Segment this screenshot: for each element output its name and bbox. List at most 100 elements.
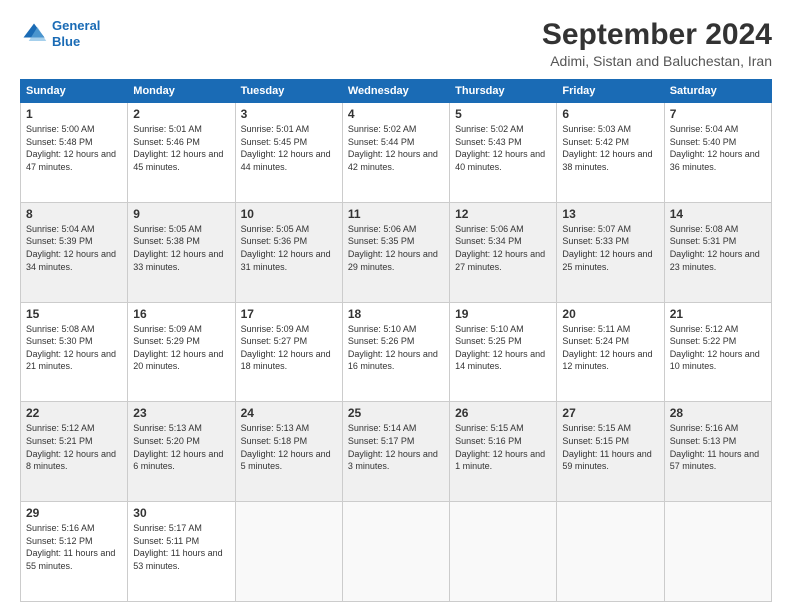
col-thursday: Thursday — [450, 80, 557, 103]
calendar-cell: 21 Sunrise: 5:12 AM Sunset: 5:22 PM Dayl… — [664, 302, 771, 402]
calendar-cell: 5 Sunrise: 5:02 AM Sunset: 5:43 PM Dayli… — [450, 103, 557, 203]
logo-icon — [20, 20, 48, 48]
col-tuesday: Tuesday — [235, 80, 342, 103]
calendar-header-row: Sunday Monday Tuesday Wednesday Thursday… — [21, 80, 772, 103]
day-number: 30 — [133, 506, 229, 520]
day-number: 23 — [133, 406, 229, 420]
calendar-cell: 7 Sunrise: 5:04 AM Sunset: 5:40 PM Dayli… — [664, 103, 771, 203]
day-info: Sunrise: 5:04 AM Sunset: 5:39 PM Dayligh… — [26, 223, 122, 273]
day-info: Sunrise: 5:08 AM Sunset: 5:31 PM Dayligh… — [670, 223, 766, 273]
day-info: Sunrise: 5:04 AM Sunset: 5:40 PM Dayligh… — [670, 123, 766, 173]
day-number: 20 — [562, 307, 658, 321]
day-number: 13 — [562, 207, 658, 221]
day-number: 12 — [455, 207, 551, 221]
calendar-cell: 3 Sunrise: 5:01 AM Sunset: 5:45 PM Dayli… — [235, 103, 342, 203]
calendar-cell: 27 Sunrise: 5:15 AM Sunset: 5:15 PM Dayl… — [557, 402, 664, 502]
day-number: 27 — [562, 406, 658, 420]
day-info: Sunrise: 5:02 AM Sunset: 5:43 PM Dayligh… — [455, 123, 551, 173]
calendar-cell: 6 Sunrise: 5:03 AM Sunset: 5:42 PM Dayli… — [557, 103, 664, 203]
day-number: 16 — [133, 307, 229, 321]
calendar-cell — [557, 502, 664, 602]
day-info: Sunrise: 5:09 AM Sunset: 5:29 PM Dayligh… — [133, 323, 229, 373]
calendar-cell: 18 Sunrise: 5:10 AM Sunset: 5:26 PM Dayl… — [342, 302, 449, 402]
day-info: Sunrise: 5:02 AM Sunset: 5:44 PM Dayligh… — [348, 123, 444, 173]
subtitle: Adimi, Sistan and Baluchestan, Iran — [542, 53, 772, 69]
day-number: 1 — [26, 107, 122, 121]
calendar-cell: 30 Sunrise: 5:17 AM Sunset: 5:11 PM Dayl… — [128, 502, 235, 602]
calendar-cell — [342, 502, 449, 602]
day-number: 14 — [670, 207, 766, 221]
calendar-cell: 12 Sunrise: 5:06 AM Sunset: 5:34 PM Dayl… — [450, 202, 557, 302]
day-info: Sunrise: 5:08 AM Sunset: 5:30 PM Dayligh… — [26, 323, 122, 373]
col-friday: Friday — [557, 80, 664, 103]
day-info: Sunrise: 5:15 AM Sunset: 5:16 PM Dayligh… — [455, 422, 551, 472]
day-number: 7 — [670, 107, 766, 121]
calendar-cell: 28 Sunrise: 5:16 AM Sunset: 5:13 PM Dayl… — [664, 402, 771, 502]
calendar-week-1: 1 Sunrise: 5:00 AM Sunset: 5:48 PM Dayli… — [21, 103, 772, 203]
day-info: Sunrise: 5:01 AM Sunset: 5:45 PM Dayligh… — [241, 123, 337, 173]
day-info: Sunrise: 5:13 AM Sunset: 5:20 PM Dayligh… — [133, 422, 229, 472]
calendar-cell: 17 Sunrise: 5:09 AM Sunset: 5:27 PM Dayl… — [235, 302, 342, 402]
calendar-cell: 23 Sunrise: 5:13 AM Sunset: 5:20 PM Dayl… — [128, 402, 235, 502]
day-info: Sunrise: 5:12 AM Sunset: 5:21 PM Dayligh… — [26, 422, 122, 472]
calendar-cell: 8 Sunrise: 5:04 AM Sunset: 5:39 PM Dayli… — [21, 202, 128, 302]
col-wednesday: Wednesday — [342, 80, 449, 103]
calendar-cell — [235, 502, 342, 602]
calendar-cell: 24 Sunrise: 5:13 AM Sunset: 5:18 PM Dayl… — [235, 402, 342, 502]
calendar-table: Sunday Monday Tuesday Wednesday Thursday… — [20, 79, 772, 602]
page: General Blue September 2024 Adimi, Sista… — [0, 0, 792, 612]
day-number: 10 — [241, 207, 337, 221]
calendar-cell: 11 Sunrise: 5:06 AM Sunset: 5:35 PM Dayl… — [342, 202, 449, 302]
day-info: Sunrise: 5:05 AM Sunset: 5:38 PM Dayligh… — [133, 223, 229, 273]
col-sunday: Sunday — [21, 80, 128, 103]
day-number: 3 — [241, 107, 337, 121]
title-block: September 2024 Adimi, Sistan and Baluche… — [542, 18, 772, 69]
day-info: Sunrise: 5:16 AM Sunset: 5:12 PM Dayligh… — [26, 522, 122, 572]
day-info: Sunrise: 5:09 AM Sunset: 5:27 PM Dayligh… — [241, 323, 337, 373]
calendar-cell: 4 Sunrise: 5:02 AM Sunset: 5:44 PM Dayli… — [342, 103, 449, 203]
calendar-week-5: 29 Sunrise: 5:16 AM Sunset: 5:12 PM Dayl… — [21, 502, 772, 602]
calendar-cell: 15 Sunrise: 5:08 AM Sunset: 5:30 PM Dayl… — [21, 302, 128, 402]
day-info: Sunrise: 5:06 AM Sunset: 5:35 PM Dayligh… — [348, 223, 444, 273]
day-info: Sunrise: 5:00 AM Sunset: 5:48 PM Dayligh… — [26, 123, 122, 173]
logo: General Blue — [20, 18, 100, 49]
header: General Blue September 2024 Adimi, Sista… — [20, 18, 772, 69]
day-number: 15 — [26, 307, 122, 321]
calendar-cell: 20 Sunrise: 5:11 AM Sunset: 5:24 PM Dayl… — [557, 302, 664, 402]
day-number: 4 — [348, 107, 444, 121]
main-title: September 2024 — [542, 18, 772, 51]
day-info: Sunrise: 5:07 AM Sunset: 5:33 PM Dayligh… — [562, 223, 658, 273]
col-saturday: Saturday — [664, 80, 771, 103]
col-monday: Monday — [128, 80, 235, 103]
day-number: 18 — [348, 307, 444, 321]
day-number: 29 — [26, 506, 122, 520]
day-number: 17 — [241, 307, 337, 321]
calendar-cell: 2 Sunrise: 5:01 AM Sunset: 5:46 PM Dayli… — [128, 103, 235, 203]
calendar-cell: 16 Sunrise: 5:09 AM Sunset: 5:29 PM Dayl… — [128, 302, 235, 402]
day-number: 21 — [670, 307, 766, 321]
day-info: Sunrise: 5:15 AM Sunset: 5:15 PM Dayligh… — [562, 422, 658, 472]
day-number: 5 — [455, 107, 551, 121]
calendar-cell: 14 Sunrise: 5:08 AM Sunset: 5:31 PM Dayl… — [664, 202, 771, 302]
calendar-cell: 26 Sunrise: 5:15 AM Sunset: 5:16 PM Dayl… — [450, 402, 557, 502]
day-number: 9 — [133, 207, 229, 221]
day-info: Sunrise: 5:05 AM Sunset: 5:36 PM Dayligh… — [241, 223, 337, 273]
day-number: 28 — [670, 406, 766, 420]
calendar-cell: 25 Sunrise: 5:14 AM Sunset: 5:17 PM Dayl… — [342, 402, 449, 502]
calendar-week-2: 8 Sunrise: 5:04 AM Sunset: 5:39 PM Dayli… — [21, 202, 772, 302]
day-number: 19 — [455, 307, 551, 321]
day-info: Sunrise: 5:11 AM Sunset: 5:24 PM Dayligh… — [562, 323, 658, 373]
day-info: Sunrise: 5:14 AM Sunset: 5:17 PM Dayligh… — [348, 422, 444, 472]
day-info: Sunrise: 5:13 AM Sunset: 5:18 PM Dayligh… — [241, 422, 337, 472]
day-info: Sunrise: 5:01 AM Sunset: 5:46 PM Dayligh… — [133, 123, 229, 173]
day-info: Sunrise: 5:10 AM Sunset: 5:25 PM Dayligh… — [455, 323, 551, 373]
calendar-cell: 22 Sunrise: 5:12 AM Sunset: 5:21 PM Dayl… — [21, 402, 128, 502]
day-number: 24 — [241, 406, 337, 420]
day-number: 11 — [348, 207, 444, 221]
calendar-cell — [664, 502, 771, 602]
calendar-cell: 29 Sunrise: 5:16 AM Sunset: 5:12 PM Dayl… — [21, 502, 128, 602]
day-info: Sunrise: 5:10 AM Sunset: 5:26 PM Dayligh… — [348, 323, 444, 373]
calendar-week-4: 22 Sunrise: 5:12 AM Sunset: 5:21 PM Dayl… — [21, 402, 772, 502]
day-info: Sunrise: 5:06 AM Sunset: 5:34 PM Dayligh… — [455, 223, 551, 273]
calendar-cell: 19 Sunrise: 5:10 AM Sunset: 5:25 PM Dayl… — [450, 302, 557, 402]
